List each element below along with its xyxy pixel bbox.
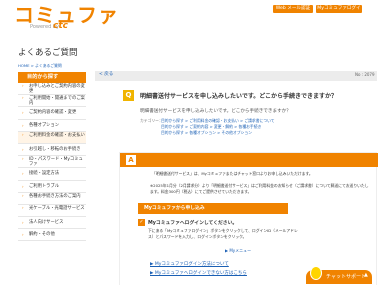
question-badge: Q	[123, 90, 134, 101]
category-label: カテゴリー：	[140, 118, 163, 123]
chevron-right-icon: ›	[22, 95, 24, 101]
sidebar-item-label: ご利用トラブル	[29, 183, 60, 189]
sidebar-item-label: 各種お手続き方法のご案内	[29, 193, 81, 199]
chevron-right-icon: ›	[22, 83, 24, 88]
sidebar-item-id-password[interactable]: › ID・パスワード・Myコミュファ	[18, 156, 86, 169]
sidebar-item-label: 接続・設定方法	[29, 171, 60, 177]
webmail-button[interactable]: Web メール認証	[273, 5, 313, 13]
chevron-right-icon: ›	[22, 220, 24, 226]
sidebar-item-procedures[interactable]: › 各種お手続き方法のご案内	[18, 192, 86, 205]
section-heading: Myコミュファから申し込み	[138, 203, 288, 214]
sidebar-item-label: ご利用開始・開通までのご案内	[29, 96, 85, 107]
login-method-link[interactable]: ▶ Myコミュファログイン方法について	[150, 261, 229, 267]
chevron-right-icon: ›	[22, 232, 24, 238]
question-number: No : 2079	[355, 72, 375, 77]
sidebar-item-moving[interactable]: › お引越し・移転のお手続き	[18, 143, 86, 157]
chevron-right-icon: ›	[22, 192, 24, 198]
category-link[interactable]: 目的から探す > 各種オプション > その他オプション	[161, 130, 252, 136]
answer-header: A	[120, 153, 378, 167]
chat-support-label: チャットサポート	[326, 274, 366, 280]
chevron-up-icon: ▲	[364, 272, 368, 278]
chat-support-button[interactable]: チャットサポート ▲	[306, 266, 372, 284]
sidebar-item-label: 解約・その他	[29, 232, 55, 238]
sidebar-item-label: ID・パスワード・Myコミュファ	[29, 157, 83, 168]
answer-badge: A	[126, 155, 136, 165]
chevron-right-icon: ›	[22, 183, 24, 189]
sidebar-item-optical[interactable]: › 光ケーブル・光電話サービス	[18, 204, 86, 218]
back-link[interactable]: < 戻る	[99, 71, 113, 77]
step-title: Myコミュファへログインしてください。	[148, 221, 238, 226]
sidebar-item-business[interactable]: › 法人向けサービス	[18, 217, 86, 230]
sidebar-item-cancel[interactable]: › 解約・その他	[18, 229, 86, 242]
sidebar-item-billing[interactable]: › ご利用料金の確認・お支払い	[18, 131, 86, 144]
chevron-right-icon: ›	[22, 156, 24, 162]
sidebar-item-label: ご利用料金の確認・お支払い	[29, 132, 85, 138]
answer-intro: 「明細書送付サービス」は、Myコミュファまたはチャット窓口よりお申し込みいただけ…	[152, 171, 313, 176]
step-body: 下にある「Myコミュファログイン」ボタンをクリックして、ログインID（メールアド…	[148, 228, 298, 239]
site-header: コミュファ Powered by ctc Web メール認証 Myコミュファログ…	[0, 0, 380, 34]
faq-toolbar: < 戻る No : 2079	[95, 71, 377, 81]
sidebar-item-application[interactable]: › お申し込みとご契約内容の変更	[18, 83, 86, 96]
question-title: 明細書送付サービスを申し込みしたいです。どこから手続きできますか？	[140, 93, 338, 100]
sidebar-heading: 目的から探す	[18, 72, 86, 83]
sidebar-item-options[interactable]: › 各種オプション	[18, 119, 86, 132]
check-icon: ✓	[138, 219, 145, 226]
my-commufa-login-button[interactable]: Myコミュファログイン	[316, 5, 362, 19]
sidebar-item-label: お引越し・移転のお手続き	[29, 146, 81, 152]
my-menu-link[interactable]: ▶ Myメニュー	[225, 248, 251, 254]
sidebar-item-label: ご契約内容の確認・変更	[29, 110, 77, 116]
sidebar-item-contract[interactable]: › ご契約内容の確認・変更	[18, 107, 86, 120]
sidebar: 目的から探す › お申し込みとご契約内容の変更 › ご利用開始・開通までのご案内 ›…	[18, 72, 86, 242]
cannot-login-link[interactable]: ▶ Myコミュファへログインできない方はこちら	[150, 270, 247, 276]
sidebar-item-start-guide[interactable]: › ご利用開始・開通までのご案内	[18, 95, 86, 108]
sidebar-item-label: 各種オプション	[29, 122, 60, 128]
page-title: よくあるご質問	[18, 48, 78, 58]
chevron-right-icon: ›	[22, 146, 24, 152]
chat-avatar-icon	[310, 266, 322, 280]
answer-panel: A 「明細書送付サービス」は、Myコミュファまたはチャット窓口よりお申し込みいた…	[119, 152, 378, 285]
breadcrumb[interactable]: HOME > よくあるご質問	[18, 63, 103, 69]
sidebar-item-label: 光ケーブル・光電話サービス	[29, 205, 85, 211]
answer-note: ※2025年1月分（2月請求分）より「明細書送付サービス」はご利用料金のお知らせ…	[150, 183, 369, 194]
chevron-right-icon: ›	[22, 171, 24, 177]
question-summary: 明細書送付サービスを申し込みしたいです。どこから手続きできますか？	[140, 109, 291, 114]
chevron-right-icon: ›	[22, 122, 24, 128]
logo-ctc: ctc	[53, 21, 68, 31]
chevron-right-icon: ›	[22, 204, 24, 210]
sidebar-item-label: お申し込みとご契約内容の変更	[29, 84, 85, 95]
sidebar-item-trouble[interactable]: › ご利用トラブル	[18, 180, 86, 193]
chevron-right-icon: ›	[22, 131, 24, 137]
faq-main: < 戻る No : 2079 Q 明細書送付サービスを申し込みしたいです。どこか…	[95, 60, 378, 285]
sidebar-item-connection[interactable]: › 接続・設定方法	[18, 168, 86, 181]
chevron-right-icon: ›	[22, 110, 24, 116]
sidebar-item-label: 法人向けサービス	[29, 220, 64, 226]
